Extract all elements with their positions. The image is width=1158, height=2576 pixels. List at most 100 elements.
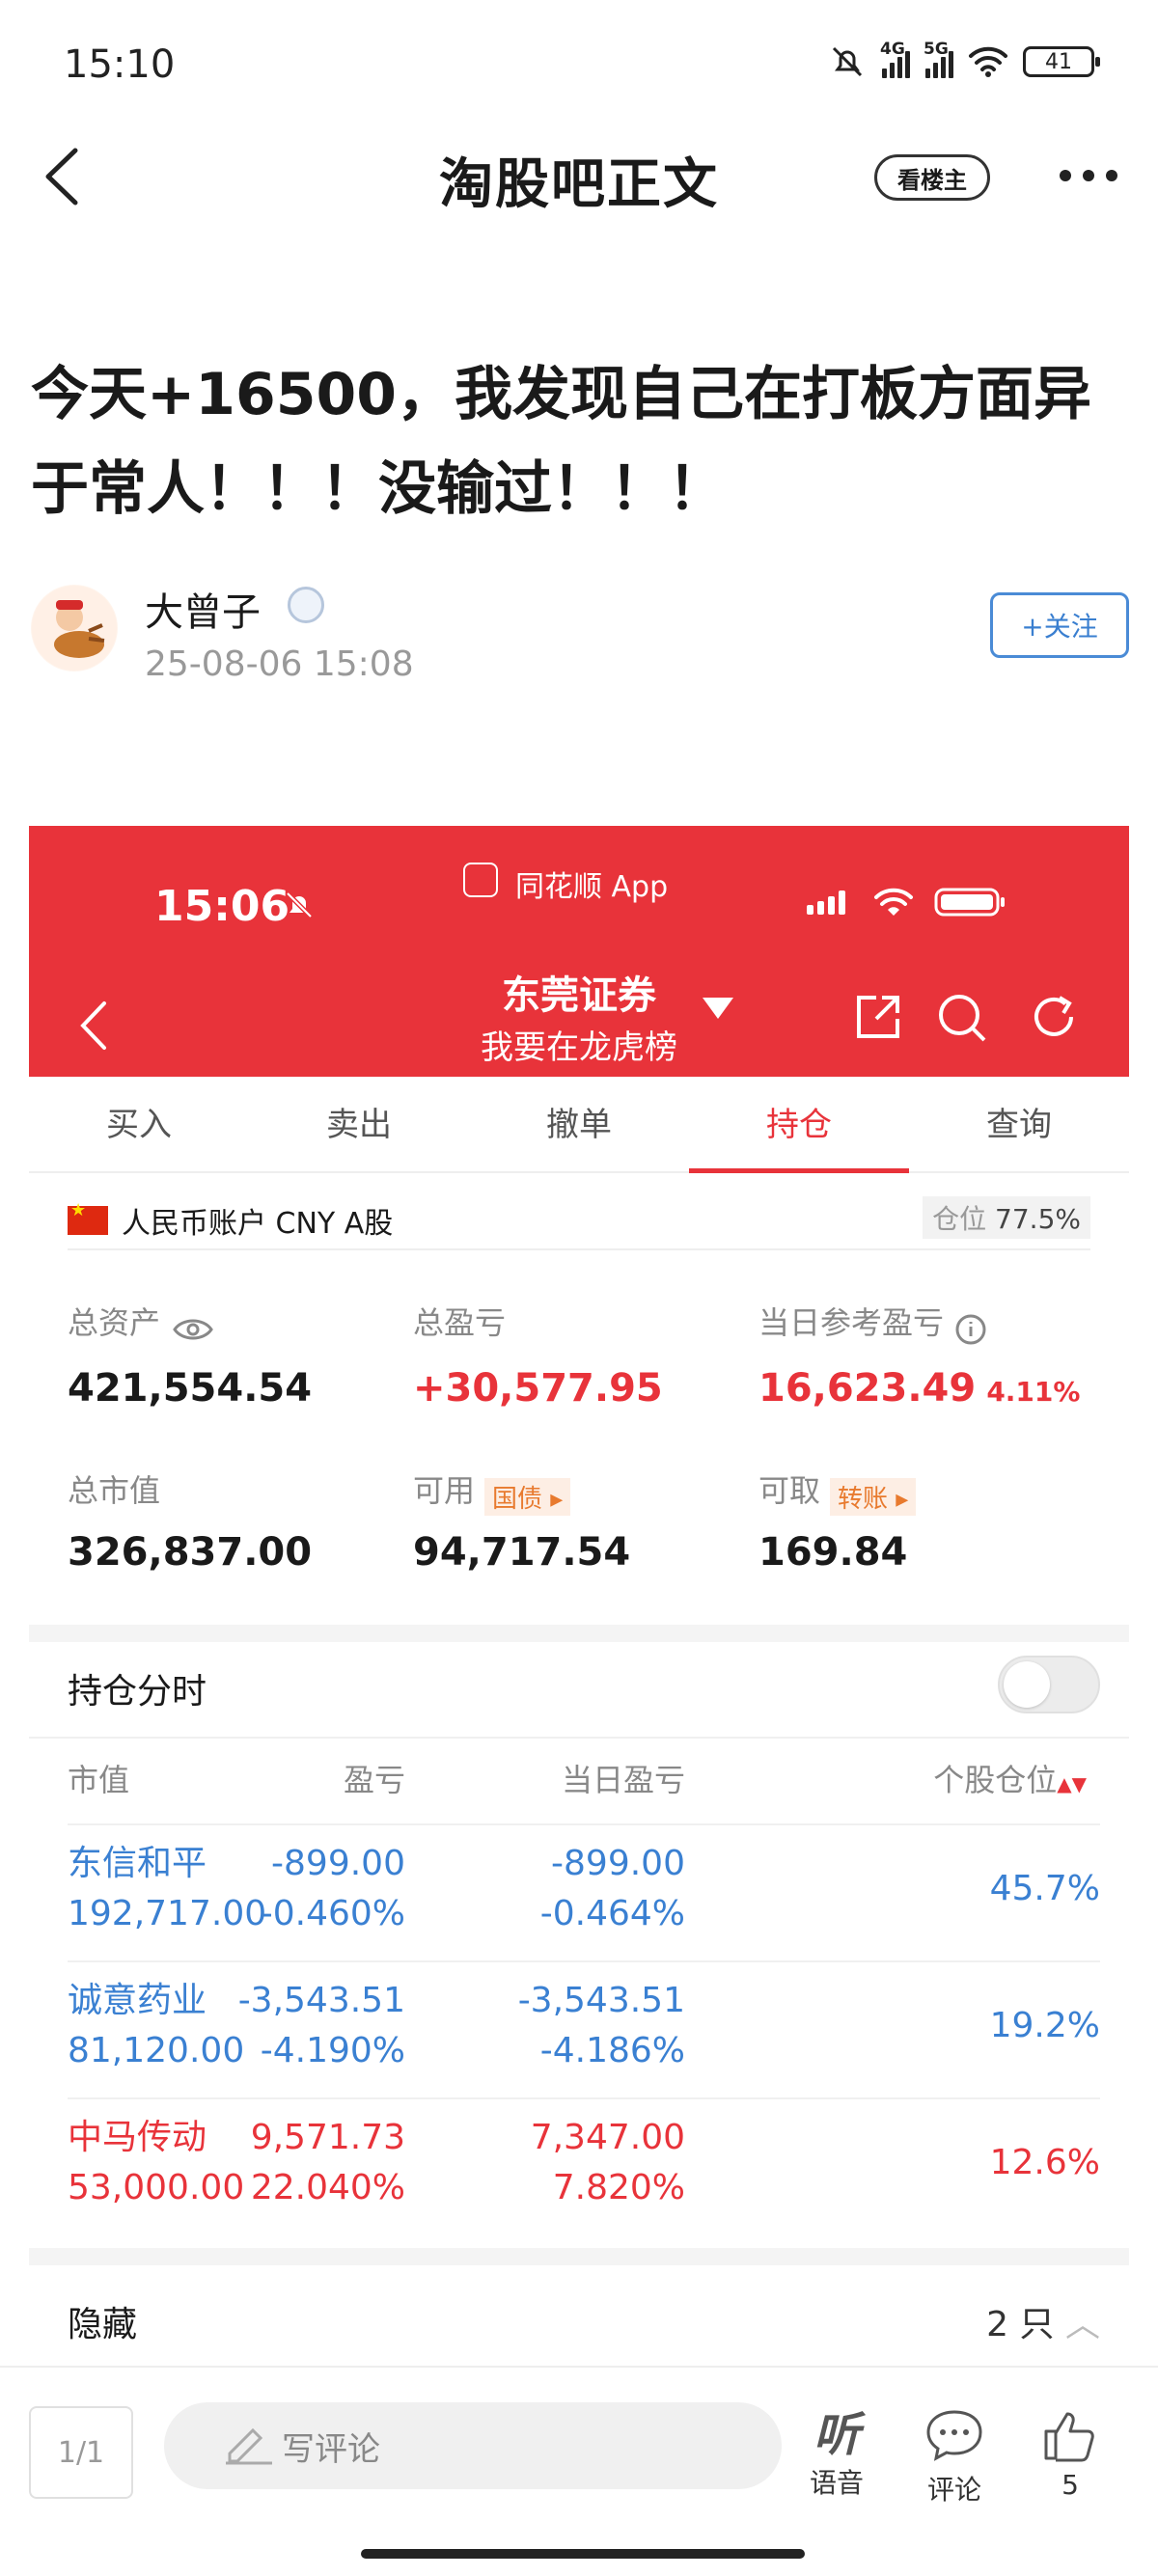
divider: [29, 1737, 1129, 1739]
thumbs-up-icon: [1044, 2412, 1094, 2462]
table-row[interactable]: 东信和平 192,717.00 -899.00 -0.460% -899.00 -0.46…: [68, 1823, 1100, 1960]
total-assets-block: 总资产: [68, 1299, 213, 1343]
tab-holdings[interactable]: 持仓: [689, 1077, 909, 1173]
divider: [29, 2248, 1129, 2265]
stock-day-pct: -0.464%: [539, 1894, 685, 1933]
mute-bell-icon: [832, 46, 863, 77]
stock-market-value: 192,717.00: [68, 1894, 267, 1933]
stock-weight: 12.6%: [989, 2143, 1100, 2182]
info-icon[interactable]: [954, 1313, 987, 1346]
stock-day-pct: 7.820%: [552, 2168, 685, 2207]
wifi-icon: [969, 46, 1007, 77]
stock-weight: 45.7%: [989, 1869, 1100, 1908]
stock-pnl-pct: 22.040%: [250, 2168, 405, 2207]
ths-header: 15:06 同花顺 App 东莞证券 我要在龙虎榜: [29, 826, 1129, 1077]
ths-status-time: 15:06: [154, 882, 290, 931]
tab-cancel[interactable]: 撤单: [469, 1077, 689, 1171]
ths-app-icon: [463, 863, 498, 897]
stock-day-pct: -4.186%: [539, 2031, 685, 2070]
signal-5g-icon: 5G: [924, 40, 953, 78]
stock-name: 东信和平: [68, 1844, 207, 1883]
tab-sell[interactable]: 卖出: [249, 1077, 469, 1171]
follow-button[interactable]: +关注: [990, 592, 1129, 658]
col-market-value[interactable]: 市值: [68, 1756, 129, 1800]
post-title: 今天+16500，我发现自己在打板方面异于常人！！！没输过！！！: [31, 361, 1092, 523]
like-button[interactable]: 5: [1027, 2408, 1114, 2501]
more-menu-icon[interactable]: [1060, 170, 1117, 181]
avatar-ox-icon: [32, 586, 117, 671]
tab-query[interactable]: 查询: [909, 1077, 1129, 1171]
stock-day-pnl: -899.00: [551, 1844, 685, 1883]
view-op-only-button[interactable]: 看楼主: [874, 154, 990, 201]
stock-pnl-pct: -4.190%: [260, 2031, 405, 2070]
bond-tag[interactable]: 国债 ▸: [484, 1478, 571, 1516]
ths-wifi-icon: [874, 888, 913, 916]
divider: [29, 1625, 1129, 1642]
status-time: 15:10: [64, 42, 176, 87]
col-day-pnl[interactable]: 当日盈亏: [562, 1756, 685, 1800]
total-pnl-value: +30,577.95: [413, 1366, 663, 1411]
comment-bubble-icon: [926, 2410, 982, 2461]
stock-market-value: 81,120.00: [68, 2031, 245, 2070]
search-icon[interactable]: [936, 992, 988, 1044]
transfer-tag[interactable]: 转账 ▸: [830, 1478, 917, 1516]
ths-battery-icon: [934, 888, 1005, 917]
today-pnl-block: 当日参考盈亏: [758, 1299, 987, 1346]
signal-4g-icon: 4G: [880, 40, 910, 78]
stock-pnl: -899.00: [271, 1844, 405, 1883]
col-pnl[interactable]: 盈亏: [344, 1756, 405, 1800]
china-flag-icon: [68, 1200, 108, 1235]
ths-mute-icon: [286, 891, 313, 918]
total-pnl-label: 总盈亏: [413, 1304, 507, 1341]
available-value: 94,717.54: [413, 1530, 631, 1575]
stock-name: 诚意药业: [68, 1981, 207, 2020]
total-assets-value: 421,554.54: [68, 1366, 313, 1411]
listen-icon: 听: [813, 2408, 860, 2462]
trade-tabs: 买入 卖出 撤单 持仓 查询: [29, 1077, 1129, 1173]
stock-day-pnl: -3,543.51: [517, 1981, 685, 2020]
intraday-label: 持仓分时: [68, 1672, 207, 1712]
pen-icon: [226, 2427, 272, 2465]
post-image[interactable]: 15:06 同花顺 App 东莞证券 我要在龙虎榜 买入 卖出 撤单 持仓 查询: [29, 826, 1129, 2370]
stock-pnl-pct: -0.460%: [260, 1894, 405, 1933]
account-label: 人民币账户 CNY A股: [122, 1207, 394, 1241]
post-time: 25-08-06 15:08: [145, 644, 414, 684]
listen-button[interactable]: 听 语音: [793, 2408, 880, 2501]
refresh-icon[interactable]: [1029, 992, 1079, 1042]
col-weight[interactable]: 个股仓位▲▼: [933, 1756, 1087, 1800]
eye-icon[interactable]: [173, 1316, 213, 1343]
today-pnl: 16,623.49 4.11%: [758, 1366, 1081, 1411]
market-value: 326,837.00: [68, 1530, 313, 1575]
ths-app-name: 同花顺 App: [515, 870, 669, 904]
position-ratio: 仓位 77.5%: [923, 1196, 1090, 1239]
comment-button[interactable]: 评论: [911, 2408, 998, 2507]
hidden-label: 隐藏: [68, 2305, 138, 2344]
home-indicator[interactable]: [361, 2549, 805, 2559]
withdrawable-block: 可取 转账 ▸: [758, 1466, 917, 1516]
available-block: 可用 国债 ▸: [413, 1466, 571, 1516]
level-badge-icon: [288, 587, 324, 623]
stock-pnl: 9,571.73: [250, 2118, 405, 2157]
tab-buy[interactable]: 买入: [29, 1077, 249, 1171]
stock-weight: 19.2%: [989, 2006, 1100, 2045]
avatar[interactable]: [31, 585, 118, 671]
stock-name: 中马传动: [68, 2118, 207, 2157]
battery-icon: 41: [1023, 46, 1100, 77]
withdrawable-value: 169.84: [758, 1530, 908, 1575]
hidden-count[interactable]: 2 只 ︿: [986, 2296, 1100, 2346]
ths-signal-icon: [807, 891, 845, 915]
status-icons: 4G 5G 41: [828, 40, 1100, 81]
table-row[interactable]: 诚意药业 81,120.00 -3,543.51 -4.190% -3,543.51 -4…: [68, 1960, 1100, 2097]
market-value-label: 总市值: [68, 1472, 161, 1509]
page-indicator[interactable]: 1/1: [29, 2406, 133, 2499]
share-icon[interactable]: [853, 992, 903, 1042]
table-row[interactable]: 中马传动 53,000.00 9,571.73 22.040% 7,347.00 7.82…: [68, 2097, 1100, 2234]
intraday-toggle[interactable]: [998, 1656, 1100, 1713]
stock-market-value: 53,000.00: [68, 2168, 245, 2207]
stock-day-pnl: 7,347.00: [530, 2118, 685, 2157]
comment-input[interactable]: 写评论: [164, 2402, 782, 2489]
stock-pnl: -3,543.51: [237, 1981, 405, 2020]
author-name[interactable]: 大曾子: [145, 581, 261, 637]
ths-status-icons: [807, 886, 1007, 918]
dropdown-triangle-icon[interactable]: [701, 996, 735, 1021]
